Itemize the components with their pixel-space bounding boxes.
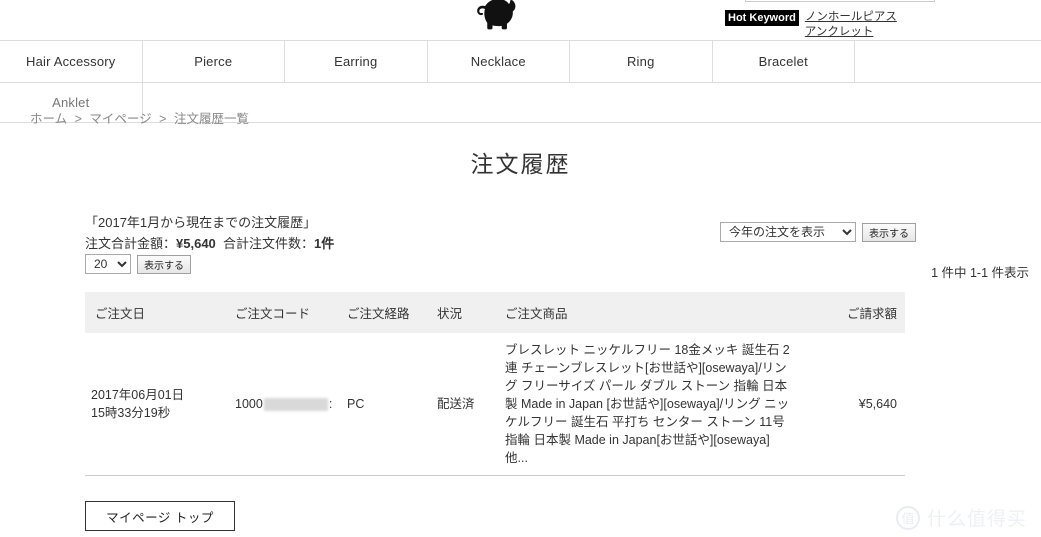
summary-total-amount-label: 注文合計金額： [85,236,177,251]
col-header-date: ご注文日 [85,292,235,333]
cell-order-item[interactable]: ブレスレット ニッケルフリー 18金メッキ 誕生石 2連 チェーンブレスレット[… [505,333,810,476]
breadcrumb-item-home[interactable]: ホーム [30,112,67,126]
table-header: ご注文日 ご注文コード ご注文経路 状況 ご注文商品 ご請求額 [85,292,905,333]
order-filter-select[interactable]: 今年の注文を表示 [720,222,856,242]
site-header: Hot Keyword ノンホールピアス アンクレット [0,0,1041,40]
order-date-line1: 2017年06月01日 [91,388,185,402]
col-header-code: ご注文コード [235,292,347,333]
breadcrumb: ホーム > マイページ > 注文履歴一覧 [30,108,249,127]
order-date-line2: 15時33分19秒 [91,406,171,420]
table-body: 2017年06月01日 15時33分19秒 1000: PC 配送済 ブレスレッ… [85,333,905,476]
nav-item-necklace[interactable]: Necklace [428,41,570,82]
breadcrumb-separator-2: > [159,112,167,126]
order-summary: 「2017年1月から現在までの注文履歴」 注文合計金額：¥5,640 合計注文件… [85,212,334,254]
col-header-amount: ご請求額 [810,292,905,333]
breadcrumb-item-order-history: 注文履歴一覧 [173,112,249,126]
summary-total-orders-label: 合計注文件数： [223,236,315,251]
search-input[interactable] [745,0,935,2]
cell-order-route: PC [347,333,437,476]
order-code-redacted-mask [263,398,328,412]
hot-keyword-label: Hot Keyword [725,10,799,26]
nav-spacer-secondary [143,83,1041,122]
nav-item-hair-accessory[interactable]: Hair Accessory [0,41,143,82]
nav-item-bracelet[interactable]: Bracelet [713,41,855,82]
summary-total-orders-value: 1件 [314,236,335,251]
nav-item-earring[interactable]: Earring [285,41,428,82]
summary-total-amount-value: ¥5,640 [176,236,216,251]
cell-order-code: 1000: [235,333,347,476]
col-header-route: ご注文経路 [347,292,437,333]
mypage-top-button[interactable]: マイページ トップ [85,501,235,531]
table-row[interactable]: 2017年06月01日 15時33分19秒 1000: PC 配送済 ブレスレッ… [85,333,905,476]
summary-period: 「2017年1月から現在までの注文履歴」 [85,215,317,230]
per-page-control: 20 表示する [85,254,191,274]
page-title: 注文履歴 [470,151,571,177]
cell-order-status: 配送済 [437,333,505,476]
nav-item-pierce[interactable]: Pierce [143,41,285,82]
watermark: 值 什么值得买 [895,504,1027,531]
hot-keyword-link-1[interactable]: ノンホールピアス [805,10,897,25]
per-page-apply-button[interactable]: 表示する [137,254,191,274]
hot-keyword-block: Hot Keyword ノンホールピアス アンクレット [725,10,897,40]
elephant-logo-icon[interactable] [470,0,516,30]
hot-keyword-links: ノンホールピアス アンクレット [805,10,897,40]
breadcrumb-item-mypage[interactable]: マイページ [89,112,151,126]
order-code-suffix: : [328,397,333,411]
watermark-text: 什么值得买 [926,509,1027,530]
hot-keyword-link-2[interactable]: アンクレット [805,25,897,40]
col-header-item: ご注文商品 [505,292,810,333]
nav-row-primary: Hair Accessory Pierce Earring Necklace R… [0,41,1041,82]
breadcrumb-separator-1: > [74,112,82,126]
order-filter-apply-button[interactable]: 表示する [862,222,916,242]
order-history-table: ご注文日 ご注文コード ご注文経路 状況 ご注文商品 ご請求額 2017年06月… [85,292,905,476]
summary-totals: 注文合計金額：¥5,640 合計注文件数：1件 [85,233,334,254]
cell-order-date: 2017年06月01日 15時33分19秒 [85,333,235,476]
watermark-logo-icon: 值 [895,505,920,530]
order-filter-control: 今年の注文を表示 表示する [720,222,916,242]
col-header-status: 状況 [437,292,505,333]
table-header-row: ご注文日 ご注文コード ご注文経路 状況 ご注文商品 ご請求額 [85,292,905,333]
per-page-select[interactable]: 20 [85,254,131,274]
result-count: 1 件中 1-1 件表示 [931,266,1029,280]
order-history-page: Hot Keyword ノンホールピアス アンクレット Hair Accesso… [0,0,1041,537]
nav-item-ring[interactable]: Ring [570,41,713,82]
cell-order-amount: ¥5,640 [810,333,905,476]
order-code-prefix: 1000 [235,397,263,411]
